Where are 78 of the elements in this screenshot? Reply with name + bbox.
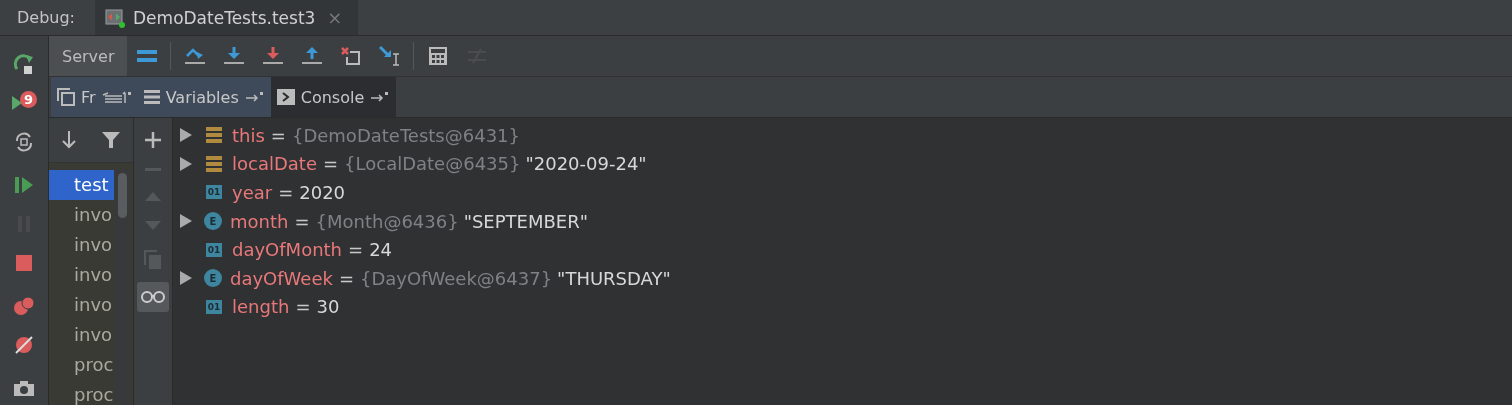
equals-sign: =	[294, 210, 310, 232]
enum-icon: E	[204, 212, 222, 231]
frame-item[interactable]: test	[49, 170, 114, 200]
variable-value: "2020-09-24"	[525, 153, 647, 175]
equals-sign: =	[338, 267, 355, 289]
equals-sign: =	[278, 182, 294, 203]
run-to-cursor-icon[interactable]	[378, 46, 401, 66]
calculator-icon[interactable]	[428, 47, 447, 65]
pin-arrow-icon[interactable]	[370, 91, 391, 103]
object-icon	[206, 155, 222, 172]
type-reference: {Month@6436}	[315, 210, 459, 232]
primitive-icon: 01	[206, 185, 222, 200]
overlapping-squares-icon	[57, 88, 75, 106]
glasses-button[interactable]	[137, 282, 169, 312]
variable-name: dayOfWeek	[230, 267, 333, 289]
frame-item[interactable]: invo	[49, 260, 114, 290]
object-icon	[206, 127, 222, 144]
server-tab[interactable]: Server	[49, 36, 128, 76]
list-icon	[143, 89, 160, 105]
variable-name: length	[232, 296, 290, 318]
panel-tab[interactable]: Fr	[51, 77, 138, 117]
type-reference: {LocalDate@6435}	[344, 153, 521, 175]
variable-value: 30	[316, 296, 340, 318]
expand-arrow-icon[interactable]	[180, 214, 192, 229]
panel-tab[interactable]: Variables	[137, 77, 271, 117]
equals-sign: =	[322, 153, 339, 175]
glasses-icon	[141, 290, 165, 304]
sort-down-icon[interactable]	[62, 131, 76, 149]
primitive-icon: 01	[206, 242, 222, 257]
filter-icon[interactable]	[102, 131, 120, 149]
variable-name: dayOfMonth	[232, 239, 343, 261]
type-reference: {DemoDateTests@6431}	[291, 124, 520, 146]
frame-item[interactable]: proc	[49, 380, 114, 405]
primitive-icon: 01	[206, 299, 222, 314]
breakpoints-icon[interactable]	[13, 295, 35, 316]
variable-value: "THURSDAY"	[557, 267, 671, 289]
step-over-icon[interactable]	[184, 47, 205, 65]
equals-sign: =	[295, 296, 311, 318]
variable-name: month	[230, 210, 289, 232]
force-step-into-icon[interactable]	[262, 47, 283, 65]
rerun-icon[interactable]	[13, 52, 35, 75]
pin-arrow-icon[interactable]	[244, 91, 265, 103]
scrollbar-thumb[interactable]	[117, 173, 127, 218]
run-tab[interactable]: DemoDateTests.test3 ×	[95, 0, 359, 35]
expand-arrow-icon[interactable]	[180, 156, 192, 171]
variable-name: localDate	[232, 153, 317, 175]
variable-value: 24	[369, 239, 393, 261]
frame-item[interactable]: invo	[49, 200, 114, 230]
step-into-icon[interactable]	[223, 47, 244, 65]
list-number-icon	[101, 90, 132, 104]
type-reference: {DayOfWeek@6437}	[360, 267, 553, 289]
step-out-icon[interactable]	[301, 47, 322, 65]
resume-icon[interactable]	[14, 175, 34, 194]
variable-value: 2020	[299, 182, 346, 203]
frame-item[interactable]: proc	[49, 350, 114, 380]
panel-tab[interactable]: Console	[270, 77, 397, 117]
equals-sign: =	[348, 239, 364, 261]
stop-icon[interactable]	[16, 254, 32, 271]
variable-name: year	[232, 182, 273, 203]
variable-value: "SEPTEMBER"	[463, 210, 588, 232]
restore-layout-icon[interactable]	[14, 130, 34, 153]
debug-label: Debug:	[16, 7, 76, 29]
mute-breakpoints-icon[interactable]	[14, 334, 34, 355]
run-config-icon	[105, 7, 125, 28]
frame-item[interactable]: invo	[49, 320, 114, 350]
expand-arrow-icon[interactable]	[180, 271, 192, 286]
variable-name: this	[232, 124, 265, 146]
camera-icon[interactable]	[13, 379, 35, 396]
add-icon[interactable]	[145, 132, 161, 148]
expand-arrow-icon[interactable]	[180, 128, 192, 143]
layout-icon[interactable]	[136, 48, 157, 64]
drop-frame-icon[interactable]	[340, 47, 361, 65]
enum-icon: E	[204, 269, 222, 288]
frame-item[interactable]: invo	[49, 290, 114, 320]
close-icon[interactable]: ×	[327, 7, 343, 28]
frame-item[interactable]: invo	[49, 230, 114, 260]
equals-sign: =	[270, 124, 286, 146]
console-icon	[276, 89, 295, 105]
